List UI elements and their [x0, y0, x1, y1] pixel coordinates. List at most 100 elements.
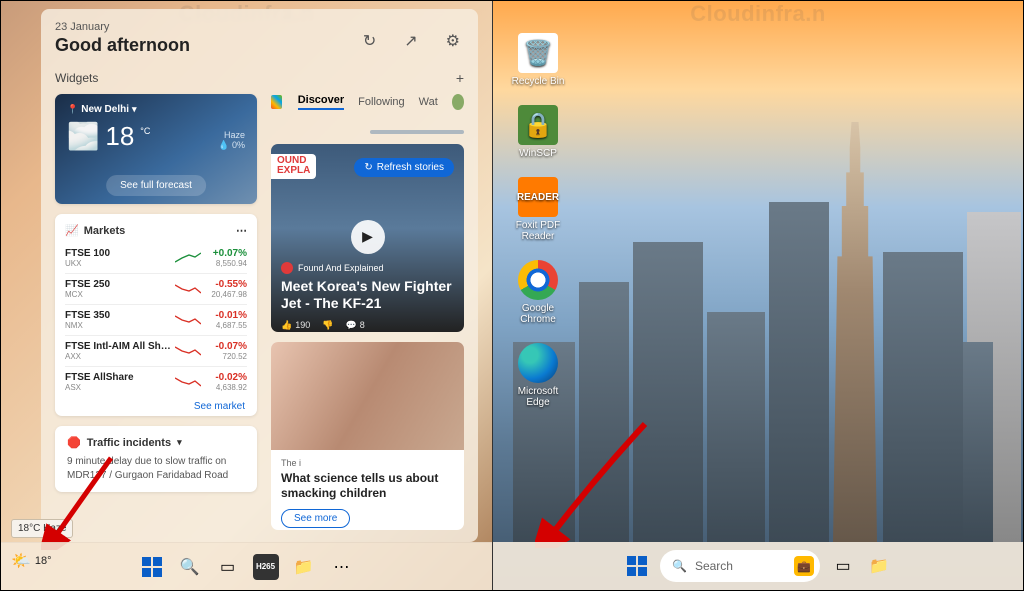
- refresh-stories-button[interactable]: Refresh stories: [354, 158, 454, 177]
- widgets-section-label: Widgets: [55, 71, 98, 85]
- story-brand-icon: OUND EXPLA: [271, 154, 316, 179]
- msn-logo-icon: [271, 95, 282, 109]
- chevron-down-icon: ▾: [132, 104, 137, 115]
- sparkline-icon: [175, 343, 201, 359]
- see-market-link[interactable]: See market: [65, 397, 247, 414]
- sparkline-icon: [175, 312, 201, 328]
- sparkline-icon: [175, 250, 201, 266]
- see-more-button[interactable]: See more: [281, 509, 350, 528]
- task-view-button[interactable]: ▭: [830, 553, 856, 579]
- search-input[interactable]: 🔍 Search 💼: [660, 550, 820, 582]
- markets-card: 📈Markets⋯ FTSE 100UKX +0.07%8,550.94FTSE…: [55, 214, 257, 416]
- market-symbol: FTSE Intl-AIM All Share In…: [65, 341, 175, 352]
- sparkline-icon: [175, 281, 201, 297]
- market-exchange: UKX: [65, 259, 175, 268]
- market-row[interactable]: FTSE 100UKX +0.07%8,550.94: [65, 243, 247, 273]
- edge-icon: [518, 343, 558, 383]
- sun-icon: 🌤️: [11, 551, 31, 571]
- tab-discover[interactable]: Discover: [298, 94, 344, 110]
- story-title: Meet Korea's New Fighter Jet - The KF-21: [281, 278, 454, 312]
- weather-condition: Haze: [218, 130, 245, 140]
- market-change: -0.07%: [201, 341, 247, 352]
- weather-unit: °C: [140, 126, 150, 136]
- market-change: -0.01%: [201, 310, 247, 321]
- feed-article[interactable]: The i What science tells us about smacki…: [271, 342, 464, 530]
- add-widget-button[interactable]: +: [456, 70, 464, 86]
- desktop-icon-label: Google Chrome: [507, 303, 569, 325]
- right-screenshot: Cloudinfra.n 🗑️Recycle Bin🔒WinSCPREADERF…: [493, 1, 1023, 590]
- avatar[interactable]: [452, 94, 464, 110]
- weather-temp: 18: [105, 121, 134, 152]
- markets-title: Markets: [84, 225, 126, 237]
- desktop-icon-edge[interactable]: Microsoft Edge: [507, 343, 569, 408]
- weather-card[interactable]: New Delhi▾ 🌫️ 18 °C Haze 💧 0% See full f…: [55, 94, 257, 204]
- task-view-button[interactable]: ▭: [215, 554, 241, 580]
- article-title: What science tells us about smacking chi…: [281, 471, 454, 501]
- market-value: 20,467.98: [201, 290, 247, 299]
- left-screenshot: Cloudinfra.n 23 January Good afternoon ↻…: [1, 1, 493, 590]
- story-source: Found And Explained: [281, 262, 454, 274]
- market-value: 720.52: [201, 352, 247, 361]
- taskbar-app-explorer[interactable]: 📁: [291, 554, 317, 580]
- taskbar-app-hevc[interactable]: H265: [253, 554, 279, 580]
- market-row[interactable]: FTSE AllShareASX -0.02%4,638.92: [65, 366, 247, 397]
- traffic-card[interactable]: 🛑Traffic incidents▾ 9 minute delay due t…: [55, 426, 257, 492]
- market-row[interactable]: FTSE Intl-AIM All Share In…AXX -0.07%720…: [65, 335, 247, 366]
- play-button[interactable]: ▶: [351, 220, 385, 254]
- market-symbol: FTSE AllShare: [65, 372, 175, 383]
- comment-icon[interactable]: 💬: [345, 320, 356, 331]
- search-icon: 🔍: [672, 559, 687, 573]
- thumbs-down-icon[interactable]: 👎: [322, 320, 333, 331]
- chrome-icon: [518, 260, 558, 300]
- desktop-icon-label: Foxit PDF Reader: [507, 220, 569, 242]
- refresh-icon[interactable]: ↻: [363, 31, 376, 51]
- desktop-icon-label: Recycle Bin: [507, 76, 569, 87]
- feed-scrollbar[interactable]: [370, 130, 464, 134]
- start-button[interactable]: [624, 553, 650, 579]
- market-row[interactable]: FTSE 250MCX -0.55%20,467.98: [65, 273, 247, 304]
- market-symbol: FTSE 350: [65, 310, 175, 321]
- story-likes: 190: [295, 320, 310, 330]
- market-change: +0.07%: [201, 248, 247, 259]
- market-exchange: MCX: [65, 290, 175, 299]
- chevron-down-icon: ▾: [177, 437, 182, 448]
- see-full-forecast-button[interactable]: See full forecast: [106, 175, 206, 196]
- taskbar-app-explorer[interactable]: 📁: [866, 553, 892, 579]
- tab-watch[interactable]: Wat: [419, 96, 438, 108]
- settings-icon[interactable]: ⚙: [446, 31, 460, 51]
- tab-following[interactable]: Following: [358, 96, 404, 108]
- taskbar-temp: 18°: [35, 555, 52, 567]
- desktop-icon-winscp[interactable]: 🔒WinSCP: [507, 105, 569, 159]
- markets-icon: 📈: [65, 224, 79, 237]
- desktop-icon-chrome[interactable]: Google Chrome: [507, 260, 569, 325]
- thumbs-up-icon[interactable]: 👍: [281, 320, 292, 331]
- desktop-icon-foxit[interactable]: READER Foxit PDF Reader: [507, 177, 569, 242]
- briefcase-icon[interactable]: 💼: [794, 556, 814, 576]
- weather-city: New Delhi: [81, 104, 129, 115]
- traffic-icon: 🛑: [67, 436, 81, 449]
- more-icon[interactable]: ⋯: [236, 224, 247, 237]
- market-exchange: AXX: [65, 352, 175, 361]
- market-row[interactable]: FTSE 350NMX -0.01%4,687.55: [65, 304, 247, 335]
- desktop-icon-bin[interactable]: 🗑️ Recycle Bin: [507, 33, 569, 87]
- bin-icon: 🗑️: [518, 33, 558, 73]
- taskbar-overflow[interactable]: ⋯: [329, 554, 355, 580]
- foxit-icon: READER: [518, 177, 558, 217]
- taskbar-weather-widget[interactable]: 🌤️ 18°: [11, 551, 52, 571]
- droplet-icon: 💧: [218, 140, 229, 150]
- expand-icon[interactable]: ↗: [404, 31, 417, 51]
- market-symbol: FTSE 250: [65, 279, 175, 290]
- story-card[interactable]: OUND EXPLA Refresh stories ▶ Found And E…: [271, 144, 464, 332]
- feed-tabs: Discover Following Wat: [271, 94, 464, 110]
- search-button[interactable]: 🔍: [177, 554, 203, 580]
- market-change: -0.55%: [201, 279, 247, 290]
- market-exchange: ASX: [65, 383, 175, 392]
- market-value: 4,638.92: [201, 383, 247, 392]
- market-value: 8,550.94: [201, 259, 247, 268]
- desktop-icon-label: WinSCP: [507, 148, 569, 159]
- article-image: [271, 342, 464, 450]
- start-button[interactable]: [139, 554, 165, 580]
- article-source: The i: [281, 458, 454, 468]
- weather-precip: 0%: [232, 140, 245, 150]
- weather-tooltip: 18°C Haze: [11, 519, 73, 538]
